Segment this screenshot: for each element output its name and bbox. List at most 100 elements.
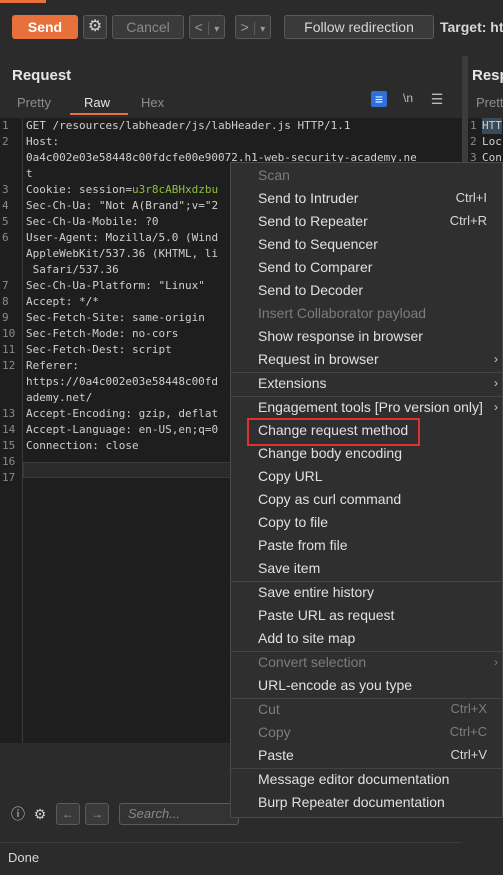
settings-gear-button[interactable]: ⚙: [83, 15, 107, 39]
gear-icon[interactable]: ⚙: [30, 804, 50, 824]
response-title: Resp: [472, 67, 503, 84]
header-name: Accept-Language:: [26, 423, 132, 436]
menu-item-label: URL-encode as you type: [258, 677, 413, 693]
forward-arrow-icon: >: [240, 19, 249, 35]
tab-hex[interactable]: Hex: [141, 95, 164, 110]
menu-item-request-in-browser[interactable]: Request in browser ›: [258, 348, 498, 370]
tab-raw[interactable]: Raw: [84, 95, 110, 110]
wrap-lines-icon[interactable]: ≡: [371, 91, 387, 107]
header-name: Accept-Encoding:: [26, 407, 132, 420]
search-input[interactable]: Search...: [119, 803, 239, 825]
menu-item-insert-collaborator-payload: Insert Collaborator payload: [258, 302, 498, 324]
menu-item-url-encode-as-you-type[interactable]: URL-encode as you type: [258, 674, 498, 696]
menu-item-label: Cut: [258, 701, 280, 717]
code-line: Sec-Fetch-Dest: script: [26, 342, 172, 358]
forward-dropdown-icon[interactable]: ▾: [260, 24, 265, 35]
send-button[interactable]: Send: [12, 15, 78, 39]
line-number: 5: [2, 215, 9, 228]
menu-item-send-to-intruder[interactable]: Send to Intruder Ctrl+I: [258, 187, 498, 209]
menu-item-label: Show response in browser: [258, 328, 423, 344]
line-number: 3: [2, 183, 9, 196]
menu-item-label: Copy URL: [258, 468, 323, 484]
cancel-button[interactable]: Cancel: [112, 15, 184, 39]
search-next-button[interactable]: →: [85, 803, 109, 825]
request-tabs: Pretty Raw Hex: [0, 93, 462, 115]
code-line: Connection: close: [26, 438, 139, 454]
menu-item-engagement-tools-pro-version-only[interactable]: Engagement tools [Pro version only] ›: [258, 396, 498, 418]
menu-item-label: Engagement tools [Pro version only]: [258, 399, 483, 415]
back-button[interactable]: < | ▾: [189, 15, 225, 39]
code-line: Referer:: [26, 358, 79, 374]
menu-item-label: Copy as curl command: [258, 491, 402, 507]
code-line: Safari/537.36: [26, 263, 119, 276]
menu-item-add-to-site-map[interactable]: Add to site map: [258, 627, 498, 649]
menu-item-send-to-comparer[interactable]: Send to Comparer: [258, 256, 498, 278]
tab-pretty-response[interactable]: Prett: [476, 95, 503, 110]
header-name: Accept:: [26, 295, 73, 308]
menu-item-label: Copy to file: [258, 514, 329, 530]
menu-shortcut: Ctrl+V: [450, 747, 487, 762]
code-line: Accept-Encoding: gzip, deflat: [26, 406, 218, 422]
highlight-box: [247, 418, 420, 446]
menu-shortcut: Ctrl+I: [455, 190, 487, 205]
header-value: "Linux": [151, 279, 205, 292]
menu-item-label: Paste from file: [258, 537, 348, 553]
menu-item-paste[interactable]: Paste Ctrl+V: [258, 744, 498, 766]
menu-item-show-response-in-browser[interactable]: Show response in browser: [258, 325, 498, 347]
menu-item-copy-url[interactable]: Copy URL: [258, 465, 498, 487]
active-tab-indicator: [0, 0, 46, 3]
menu-item-label: Convert selection: [258, 654, 367, 670]
menu-item-send-to-decoder[interactable]: Send to Decoder: [258, 279, 498, 301]
tab-pretty[interactable]: Pretty: [17, 95, 51, 110]
back-dropdown-icon[interactable]: ▾: [214, 24, 219, 35]
code-line: https://0a4c002e03e58448c00fd: [26, 375, 219, 388]
menu-item-copy-to-file[interactable]: Copy to file: [258, 511, 498, 533]
code-line: Cookie: session=u3r8cABHxdzbu: [26, 182, 218, 198]
menu-shortcut: Ctrl+R: [449, 213, 487, 228]
menu-item-label: Send to Intruder: [258, 190, 359, 206]
line-number: 1: [2, 119, 9, 132]
menu-item-extensions[interactable]: Extensions ›: [258, 372, 498, 394]
line-number: 15: [2, 439, 16, 452]
menu-item-paste-from-file[interactable]: Paste from file: [258, 534, 498, 556]
header-value: gzip, deflat: [131, 407, 219, 420]
menu-item-save-entire-history[interactable]: Save entire history: [258, 581, 498, 603]
menu-item-label: Send to Repeater: [258, 213, 368, 229]
line-number: 9: [2, 311, 9, 324]
menu-item-label: Request in browser: [258, 351, 379, 367]
header-value: ?0: [138, 215, 159, 228]
menu-item-label: Send to Decoder: [258, 282, 364, 298]
menu-item-copy-as-curl-command[interactable]: Copy as curl command: [258, 488, 498, 510]
follow-redirection-button[interactable]: Follow redirection: [284, 15, 434, 39]
menu-item-paste-url-as-request[interactable]: Paste URL as request: [258, 604, 498, 626]
header-name: Cookie:: [26, 183, 73, 196]
newline-toggle-icon[interactable]: \n: [400, 91, 416, 107]
menu-item-message-editor-documentation[interactable]: Message editor documentation: [258, 768, 498, 790]
code-line: Sec-Fetch-Site: same-origin: [26, 310, 205, 326]
line-number: 2: [2, 135, 9, 148]
target-label[interactable]: Target: htt: [440, 19, 503, 35]
menu-item-save-item[interactable]: Save item: [258, 557, 498, 579]
status-text: Done: [8, 850, 40, 865]
menu-item-send-to-sequencer[interactable]: Send to Sequencer: [258, 233, 498, 255]
header-value: same-origin: [125, 311, 205, 324]
response-line: HTT: [482, 118, 502, 134]
menu-item-burp-repeater-documentation[interactable]: Burp Repeater documentation: [258, 791, 498, 813]
menu-shortcut: Ctrl+C: [449, 724, 487, 739]
header-value: no-cors: [125, 327, 179, 340]
code-line: Sec-Ch-Ua-Mobile: ?0: [26, 214, 158, 230]
help-icon[interactable]: ⓘ: [8, 804, 28, 824]
menu-item-cut: Cut Ctrl+X: [258, 698, 498, 720]
line-number: 11: [2, 343, 16, 356]
menu-item-label: Paste URL as request: [258, 607, 395, 623]
forward-button[interactable]: > | ▾: [235, 15, 271, 39]
menu-icon[interactable]: ☰: [429, 91, 445, 107]
gear-icon: ⚙: [87, 18, 103, 35]
line-number: 14: [2, 423, 16, 436]
submenu-arrow-icon: ›: [494, 352, 498, 366]
header-name: Sec-Fetch-Mode:: [26, 327, 126, 340]
back-arrow-icon: <: [194, 19, 203, 35]
search-prev-button[interactable]: ←: [56, 803, 80, 825]
menu-item-scan: Scan: [258, 164, 498, 186]
menu-item-send-to-repeater[interactable]: Send to Repeater Ctrl+R: [258, 210, 498, 232]
